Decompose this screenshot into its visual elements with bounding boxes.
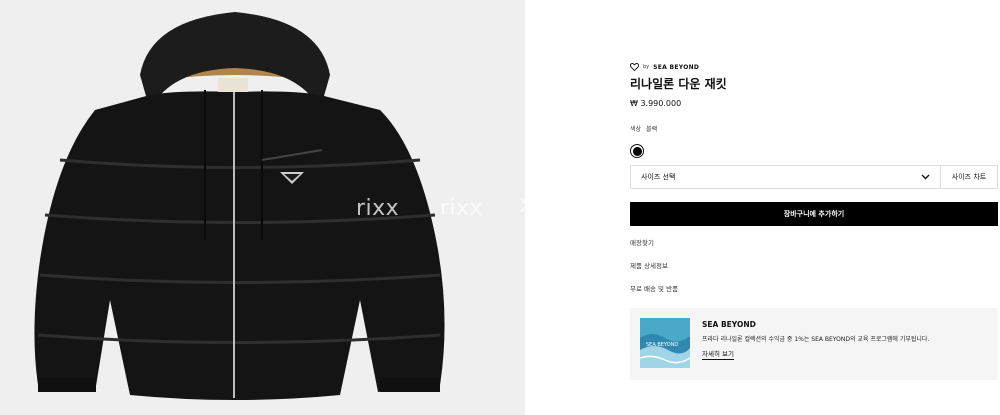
size-select[interactable]: 사이즈 선택	[631, 166, 941, 188]
product-price: ₩ 3.990.000	[630, 99, 682, 108]
product-image[interactable]: rixx rixx X	[0, 0, 525, 415]
promo-more-link[interactable]: 자세히 보기	[702, 348, 734, 360]
watermark-text: rixx	[356, 196, 400, 221]
sea-beyond-image-caption: SEA BEYOND	[646, 342, 678, 348]
sea-beyond-image: SEA BEYOND	[640, 318, 690, 368]
store-finder-link[interactable]: 매장찾기	[630, 237, 654, 247]
watermark-text: X	[520, 196, 525, 217]
heart-icon[interactable]	[630, 63, 639, 71]
watermark-text: rixx	[440, 196, 484, 221]
sea-beyond-promo: SEA BEYOND SEA BEYOND 프라다 리나일론 컬렉션의 수익금 …	[630, 308, 998, 380]
swatch-fill	[632, 146, 642, 156]
size-select-label: 사이즈 선택	[641, 173, 676, 181]
size-chart-button[interactable]: 사이즈 차트	[941, 166, 997, 188]
promo-title: SEA BEYOND	[702, 320, 756, 329]
add-to-cart-button[interactable]: 장바구니에 추가하기	[630, 202, 998, 226]
color-swatch-black[interactable]	[630, 144, 644, 158]
color-label-text: 색상	[630, 126, 642, 133]
brand-row: by SEA BEYOND	[630, 60, 998, 74]
color-value: 블랙	[646, 126, 658, 133]
product-page: rixx rixx X by SEA BEYOND 리나일론 다운 재킷 ₩ 3…	[0, 0, 1000, 415]
promo-text: 프라다 리나일론 컬렉션의 수익금 중 1%는 SEA BEYOND의 교육 프…	[702, 336, 930, 343]
product-details: by SEA BEYOND 리나일론 다운 재킷 ₩ 3.990.000 색상 …	[630, 60, 998, 380]
product-title: 리나일론 다운 재킷	[630, 77, 727, 91]
add-to-cart-label: 장바구니에 추가하기	[783, 210, 845, 218]
chevron-down-icon	[921, 174, 930, 180]
brand-by: by	[643, 64, 650, 70]
shipping-returns-link[interactable]: 무료 배송 및 반품	[630, 283, 678, 293]
product-details-link[interactable]: 제품 상세정보	[630, 260, 668, 270]
size-row: 사이즈 선택 사이즈 차트	[630, 165, 998, 189]
brand-name: SEA BEYOND	[653, 63, 700, 71]
color-label: 색상 블랙	[630, 124, 998, 134]
